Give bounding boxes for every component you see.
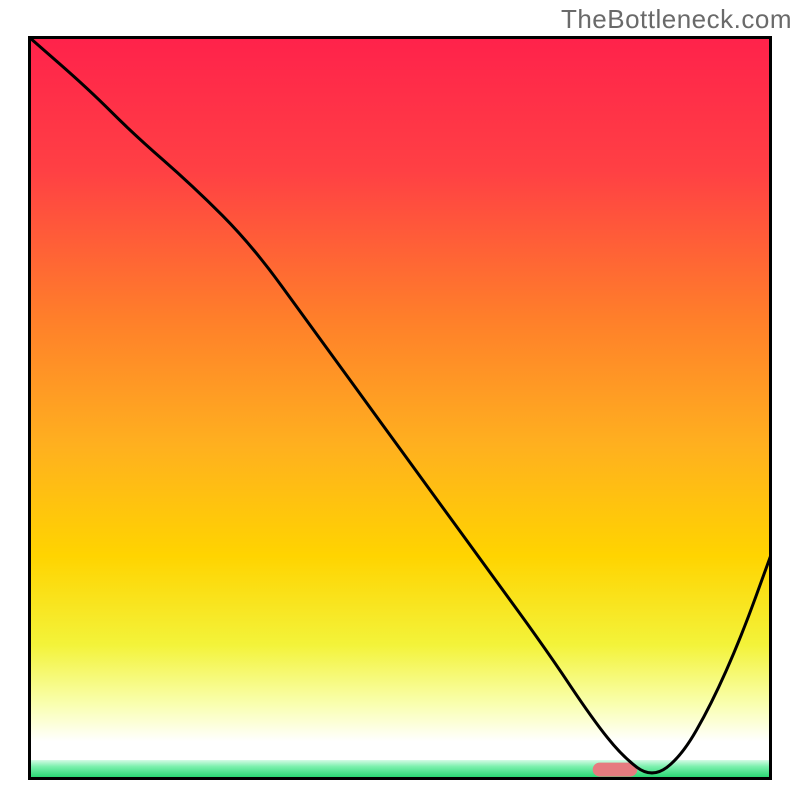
green-strip (30, 760, 771, 779)
optimal-marker (593, 763, 638, 777)
bottleneck-chart (28, 36, 772, 780)
watermark-text: TheBottleneck.com (561, 4, 792, 35)
chart-root: { "watermark": "TheBottleneck.com", "cha… (0, 0, 800, 800)
optimal-marker-pill (593, 763, 638, 777)
gradient-background (30, 38, 771, 779)
plot-area (30, 38, 771, 779)
